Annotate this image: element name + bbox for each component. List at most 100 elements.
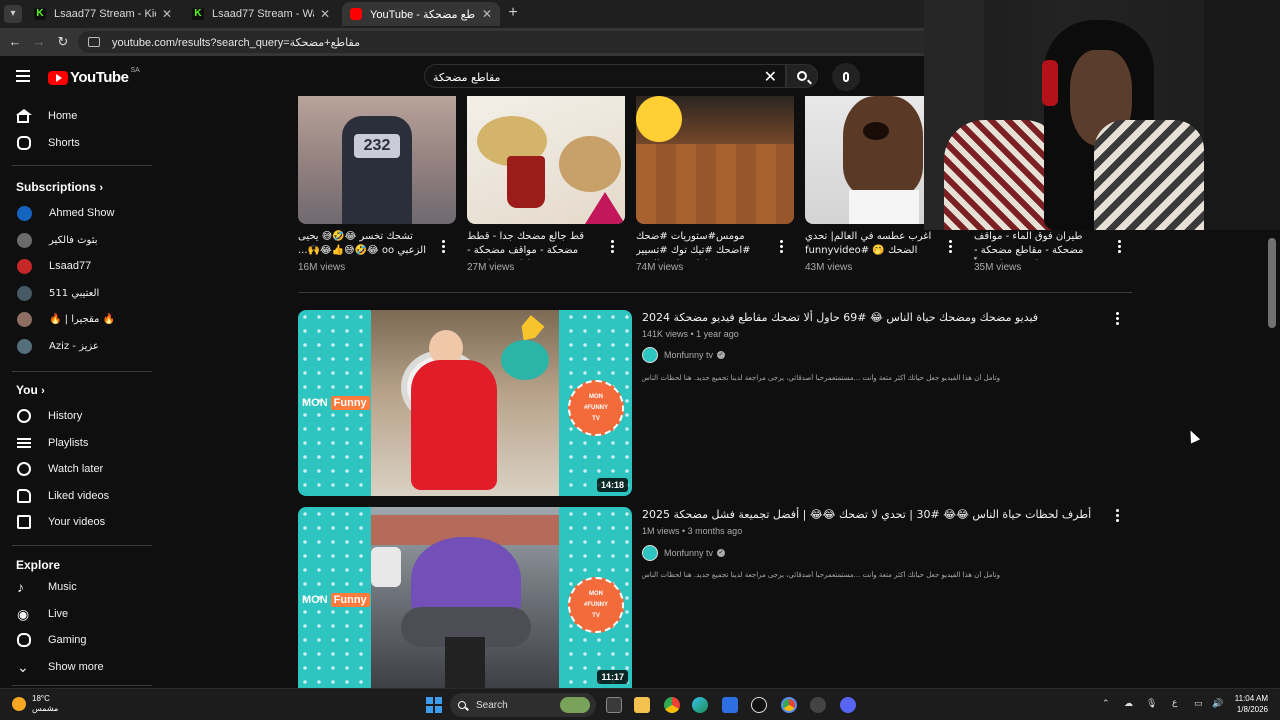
page-scrollbar[interactable] [1268,238,1276,328]
sidebar-item-live[interactable]: ◉ Live [0,601,152,627]
video-duration: 11:17 [597,670,628,684]
short-views: 74M views [636,262,684,273]
close-icon[interactable]: ✕ [482,7,492,21]
volume-icon[interactable]: 🔊 [1212,698,1223,709]
more-options-icon[interactable] [1118,240,1122,253]
short-title[interactable]: تشحك تخسر 😂🤣😅 يحيى الزعبي oo 😂🤣😅👍😂🙌... [298,230,430,260]
you-heading[interactable]: You › [16,383,45,397]
sidebar-item-show-more[interactable]: ⌄ Show more [0,654,152,680]
more-options-icon[interactable] [1116,509,1120,522]
app-icon[interactable] [810,697,826,713]
short-views: 35M views [974,262,1022,273]
new-tab-plus-icon[interactable]: + [505,4,521,22]
edge-icon[interactable] [692,697,708,713]
sidebar-item-label: Liked videos [48,490,110,502]
youtube-logo[interactable]: YouTube SA [48,67,140,86]
sidebar-item-watch-later[interactable]: Watch later [0,456,152,482]
verified-icon: ✓ [717,351,726,359]
short-thumbnail[interactable] [467,96,625,224]
search-input[interactable] [433,69,753,85]
thumbs-up-icon [17,489,31,503]
tab-kick-dashboard[interactable]: K Lsaad77 Stream - Kick Dashboard ✕ [26,2,180,26]
chrome-active-icon[interactable] [781,697,797,713]
clear-search-icon[interactable]: ✕ [764,67,777,87]
tab-kick-watch-live[interactable]: K Lsaad77 Stream - Watch Live on Kick ✕ [184,2,338,26]
short-thumbnail[interactable]: 232 [298,96,456,224]
sidebar-item-subscription[interactable]: بثوث فالكير [0,227,152,253]
video-thumbnail[interactable]: MON Funny MON #FUNNY TV 11:17 [298,507,632,688]
tab-search-button[interactable]: ▾ [4,5,22,23]
more-options-icon[interactable] [1116,312,1120,325]
sidebar-item-gaming[interactable]: Gaming [0,627,152,653]
discord-icon[interactable] [840,697,856,713]
sidebar-item-subscription[interactable]: Aziz - عزيز [0,333,152,359]
sidebar-item-subscription[interactable]: Lsaad77 [0,253,152,279]
short-title[interactable]: مومس#ستوريات #ضحك #اضحك #تيك توك #تسيير … [636,230,768,260]
more-options-icon[interactable] [949,240,953,253]
short-thumbnail[interactable] [636,96,794,224]
sidebar-item-shorts[interactable]: Shorts [0,130,152,156]
chevron-up-icon[interactable]: ⌃ [1102,698,1110,709]
channel-badge: MON #FUNNY TV [568,380,624,436]
sidebar-item-subscription[interactable]: العتيبي 511 [0,280,152,306]
video-title[interactable]: فيديو مضحك ومضحك حياة الناس 😂 #69 حاول أ… [642,311,1038,324]
sidebar-item-subscription[interactable]: Ahmed Show [0,200,152,226]
clock-date: 1/8/2026 [1236,705,1268,714]
sidebar-item-liked-videos[interactable]: Liked videos [0,483,152,509]
reload-icon[interactable]: ↻ [54,33,72,51]
kick-icon: K [34,8,46,20]
sidebar-item-label: Music [48,581,77,593]
temperature: 18°C [32,694,50,703]
menu-icon[interactable] [16,70,30,82]
channel-link[interactable]: Monfunny tv ✓ [642,347,726,363]
sidebar-item-history[interactable]: History [0,403,152,429]
forward-arrow-icon[interactable]: → [30,33,48,51]
short-title[interactable]: اغرب عطسه في العالم| تحدي الضحك 🤭 #funny… [805,230,937,260]
obs-icon[interactable] [751,697,767,713]
file-explorer-icon[interactable] [634,697,650,713]
tab-youtube[interactable]: YouTube - مقاطع مضحكة ✕ [342,2,500,26]
close-icon[interactable]: ✕ [162,7,172,21]
history-icon [17,409,31,423]
watch-later-icon [17,462,31,476]
network-icon[interactable]: ▭ [1194,698,1203,709]
system-clock[interactable]: 11:04 AM 1/8/2026 [1228,693,1268,715]
short-title[interactable]: قط جالع مضحك جدا - قطط مضحكة - مواقف مضح… [467,230,599,260]
more-options-icon[interactable] [611,240,615,253]
channel-link[interactable]: Monfunny tv ✓ [642,545,726,561]
video-thumbnail[interactable]: MON Funny MON #FUNNY TV 14:18 [298,310,632,496]
video-duration: 14:18 [596,478,628,492]
search-button[interactable] [786,64,818,88]
divider [12,545,152,546]
voice-search-button[interactable] [832,63,860,91]
subscriptions-heading[interactable]: Subscriptions › [16,180,103,194]
back-arrow-icon[interactable]: ← [6,33,24,51]
cloud-icon[interactable]: ☁ [1124,698,1133,709]
weather-widget[interactable]: 18°C مشمس [12,694,58,714]
short-title[interactable]: طيران فوق الماء - مواقف مضحكة - مقاطع مض… [974,230,1106,260]
more-options-icon[interactable] [442,240,446,253]
sidebar-item-home[interactable]: Home [0,103,152,129]
windows-start-icon[interactable] [426,697,442,713]
input-language[interactable]: ع [1172,698,1177,708]
search-icon [797,71,807,81]
task-view-icon[interactable] [606,697,622,713]
more-options-icon[interactable] [780,240,784,253]
taskbar-search[interactable]: Search [450,693,596,717]
close-icon[interactable]: ✕ [320,7,330,21]
store-icon[interactable] [722,697,738,713]
clock-time: 11:04 AM [1234,694,1268,703]
sidebar-item-subscription[interactable]: 🔥 | مقجيرا 🔥 [0,306,152,332]
sidebar-item-playlists[interactable]: Playlists [0,430,152,456]
microphone-icon[interactable]: 🎙 [1146,698,1157,709]
youtube-play-icon [48,70,68,85]
sidebar-item-label: Gaming [48,634,87,646]
divider [12,371,152,372]
short-views: 27M views [467,262,515,273]
site-info-icon[interactable] [88,37,100,47]
sidebar-item-music[interactable]: ♪ Music [0,574,152,600]
microphone-icon [843,72,849,82]
video-title[interactable]: أطرف لحظات حياة الناس 😂😂 #30 | تحدي لا ت… [642,508,1091,521]
chrome-icon[interactable] [664,697,680,713]
sidebar-item-your-videos[interactable]: Your videos [0,509,152,535]
